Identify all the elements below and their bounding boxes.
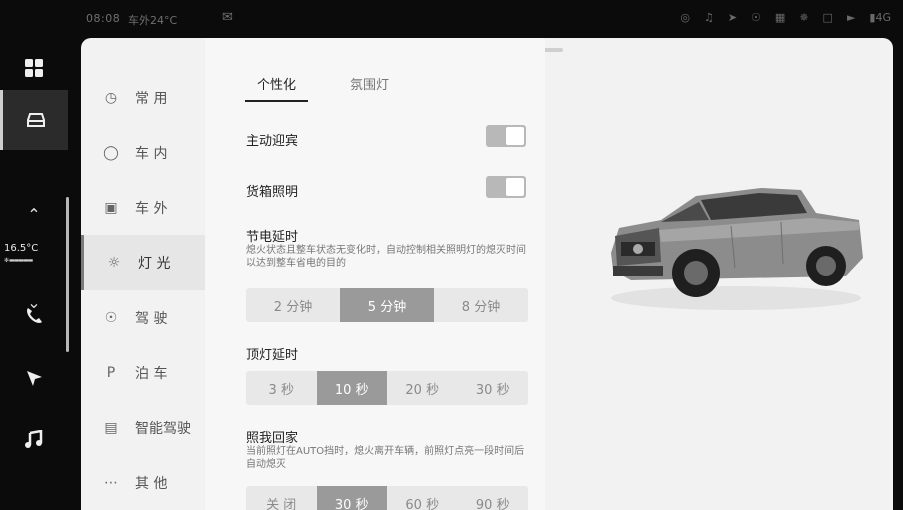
apps-grid-icon bbox=[25, 59, 43, 77]
menu-item-smart-drive[interactable]: ▤ 智能驾驶 bbox=[81, 400, 205, 455]
car-interior-icon: ◯ bbox=[103, 144, 119, 161]
network-type: 4G bbox=[875, 11, 891, 24]
fan-level-icon: ✻ ▬▬▬▬▬ bbox=[4, 257, 33, 264]
cargo-light-title: 货箱照明 bbox=[246, 185, 299, 200]
navigation-button[interactable] bbox=[0, 348, 68, 408]
power-delay-option[interactable]: 8 分钟 bbox=[434, 288, 528, 322]
dome-delay-option[interactable]: 3 秒 bbox=[246, 371, 317, 405]
more-icon: ⋯ bbox=[104, 474, 118, 491]
phone-button[interactable] bbox=[0, 286, 68, 346]
navigation-arrow-icon bbox=[27, 371, 42, 386]
menu-item-label: 其 他 bbox=[135, 475, 168, 492]
pickup-truck-image bbox=[611, 188, 863, 310]
parking-icon: P bbox=[106, 364, 116, 381]
toggle-knob bbox=[506, 178, 524, 196]
wifi-icon: ☉ bbox=[751, 11, 761, 24]
lighting-settings: 个性化 氛围灯 主动迎宾 货箱照明 节电延时 熄火状态且整车状态无变化时，自动控… bbox=[205, 38, 545, 510]
toggle-knob bbox=[506, 127, 524, 145]
temp-up-icon[interactable]: ⌃ bbox=[22, 205, 46, 225]
music-note-icon bbox=[25, 430, 43, 448]
left-dock: ⌃ 16.5°C ✻ ▬▬▬▬▬ ⌄ bbox=[0, 38, 69, 510]
menu-item-label: 车 外 bbox=[135, 200, 168, 217]
light-icon: ☼ bbox=[107, 254, 121, 271]
menu-item-parking[interactable]: P 泊 车 bbox=[81, 345, 205, 400]
steering-icon: ☉ bbox=[104, 309, 118, 326]
welcome-title: 主动迎宾 bbox=[246, 134, 299, 149]
apps-button[interactable] bbox=[0, 38, 68, 98]
sim-icon: ▦ bbox=[774, 11, 786, 24]
status-icons: ◎ ♫ ➤ ☉ ▦ ✵ □ ► ▮4G bbox=[680, 11, 891, 24]
dome-delay-option[interactable]: 30 秒 bbox=[458, 371, 529, 405]
phone-icon bbox=[27, 308, 42, 323]
music-button[interactable] bbox=[0, 410, 68, 470]
follow-me-option[interactable]: 60 秒 bbox=[387, 486, 458, 510]
follow-me-option[interactable]: 关 闭 bbox=[246, 486, 317, 510]
menu-item-label: 智能驾驶 bbox=[135, 420, 191, 437]
location-icon: ➤ bbox=[727, 11, 738, 24]
gauge-icon: ◷ bbox=[104, 89, 118, 106]
follow-me-title: 照我回家 bbox=[246, 431, 299, 446]
power-delay-description: 熄火状态且整车状态无变化时，自动控制相关照明灯的熄灭时间以达到整车省电的目的 bbox=[246, 245, 526, 269]
settings-panel: ◷ 常 用 ◯ 车 内 ▣ 车 外 ☼ 灯 光 ☉ 驾 驶 P 泊 车 ▤ 智能… bbox=[81, 38, 893, 510]
menu-item-common[interactable]: ◷ 常 用 bbox=[81, 70, 205, 125]
menu-item-driving[interactable]: ☉ 驾 驶 bbox=[81, 290, 205, 345]
menu-item-label: 驾 驶 bbox=[135, 310, 168, 327]
menu-item-label: 常 用 bbox=[135, 90, 168, 107]
power-delay-title: 节电延时 bbox=[246, 230, 299, 245]
dome-delay-option[interactable]: 10 秒 bbox=[316, 371, 387, 405]
menu-item-other[interactable]: ⋯ 其 他 bbox=[81, 455, 205, 510]
record-icon: □ bbox=[822, 11, 833, 24]
menu-item-exterior[interactable]: ▣ 车 外 bbox=[81, 180, 205, 235]
settings-menu: ◷ 常 用 ◯ 车 内 ▣ 车 外 ☼ 灯 光 ☉ 驾 驶 P 泊 车 ▤ 智能… bbox=[81, 70, 205, 510]
signal-icon: ▮4G bbox=[869, 11, 891, 24]
menu-item-interior[interactable]: ◯ 车 内 bbox=[81, 125, 205, 180]
car-icon bbox=[26, 113, 45, 127]
cargo-light-toggle[interactable] bbox=[486, 176, 526, 198]
dome-delay-title: 顶灯延时 bbox=[246, 348, 299, 363]
status-bar: 08:08 车外24°C ✉ ◎ ♫ ➤ ☉ ▦ ✵ □ ► ▮4G bbox=[0, 0, 903, 38]
dome-delay-option[interactable]: 20 秒 bbox=[387, 371, 458, 405]
follow-me-description: 当前照灯在AUTO挡时，熄火离开车辆，前照灯点亮一段时间后自动熄灭 bbox=[246, 446, 525, 470]
settings-tabs: 个性化 氛围灯 bbox=[245, 74, 389, 102]
bluetooth-icon: ✵ bbox=[799, 11, 809, 24]
follow-me-option[interactable]: 30 秒 bbox=[316, 486, 387, 510]
clock: 08:08 bbox=[86, 12, 121, 25]
tab-personalization[interactable]: 个性化 bbox=[245, 74, 309, 102]
menu-item-label: 车 内 bbox=[135, 145, 168, 162]
mic-icon: ♫ bbox=[703, 11, 714, 24]
target-icon: ◎ bbox=[680, 11, 690, 24]
menu-item-label: 灯 光 bbox=[138, 255, 171, 272]
power-delay-option[interactable]: 2 分钟 bbox=[246, 288, 340, 322]
smart-drive-icon: ▤ bbox=[104, 419, 118, 436]
menu-item-label: 泊 车 bbox=[135, 365, 168, 382]
car-exterior-icon: ▣ bbox=[104, 199, 118, 216]
outside-temperature: 车外24°C bbox=[128, 14, 178, 27]
welcome-toggle[interactable] bbox=[486, 125, 526, 147]
power-delay-option[interactable]: 5 分钟 bbox=[340, 288, 434, 322]
volume-icon: ► bbox=[846, 11, 856, 24]
menu-item-lights[interactable]: ☼ 灯 光 bbox=[81, 235, 205, 290]
tab-ambient-light[interactable]: 氛围灯 bbox=[350, 74, 389, 102]
car-settings-button[interactable] bbox=[0, 90, 68, 150]
follow-me-selector: 关 闭 30 秒 60 秒 90 秒 bbox=[246, 486, 528, 510]
follow-me-option[interactable]: 90 秒 bbox=[458, 486, 529, 510]
climate-temperature: 16.5°C bbox=[4, 243, 39, 254]
message-icon[interactable]: ✉ bbox=[222, 10, 233, 25]
power-delay-selector: 2 分钟 5 分钟 8 分钟 bbox=[246, 288, 528, 322]
dome-delay-selector: 3 秒 10 秒 20 秒 30 秒 bbox=[246, 371, 528, 405]
